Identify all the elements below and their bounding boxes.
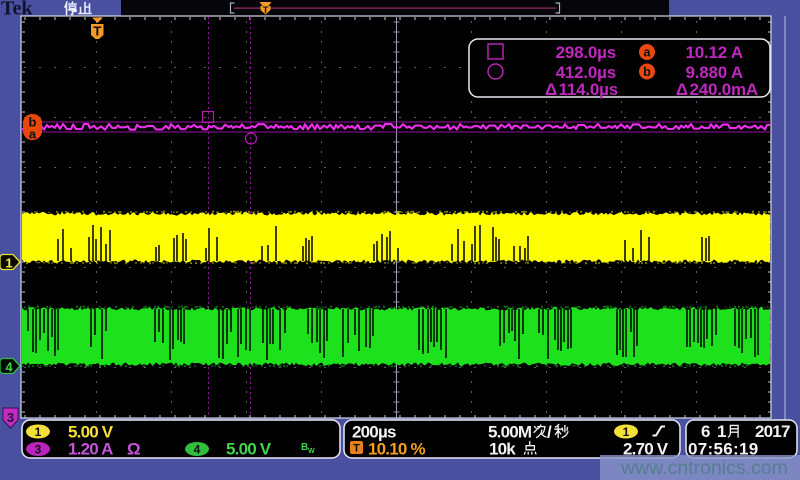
svg-text:6: 6 — [701, 422, 710, 441]
svg-text:b: b — [643, 65, 651, 79]
svg-text:Δ114.0µs: Δ114.0µs — [545, 80, 618, 99]
svg-text:1: 1 — [35, 425, 42, 439]
svg-text:5.00 V: 5.00 V — [226, 440, 272, 459]
svg-text:a: a — [644, 46, 652, 60]
svg-text:10k: 10k — [489, 440, 516, 459]
svg-text:1.20 A: 1.20 A — [68, 440, 113, 459]
svg-text:T: T — [353, 443, 360, 455]
svg-text:W: W — [308, 448, 315, 455]
svg-text:10.10 %: 10.10 % — [368, 440, 425, 459]
svg-text:T: T — [93, 24, 101, 39]
svg-text:a: a — [29, 127, 37, 142]
svg-text:www.cntronics.com: www.cntronics.com — [620, 457, 788, 479]
svg-text:1: 1 — [623, 425, 630, 439]
svg-text:4: 4 — [194, 443, 201, 457]
svg-text:1: 1 — [5, 256, 12, 271]
svg-text:4: 4 — [5, 360, 13, 375]
svg-text:10.12 A: 10.12 A — [685, 43, 743, 62]
svg-text:Ω: Ω — [127, 440, 140, 459]
svg-text:3: 3 — [7, 410, 14, 425]
svg-text:1: 1 — [717, 422, 726, 441]
svg-text:3: 3 — [35, 443, 42, 457]
svg-text:T: T — [263, 5, 269, 16]
svg-text:298.0µs: 298.0µs — [556, 43, 616, 62]
svg-text:2017: 2017 — [755, 422, 790, 441]
